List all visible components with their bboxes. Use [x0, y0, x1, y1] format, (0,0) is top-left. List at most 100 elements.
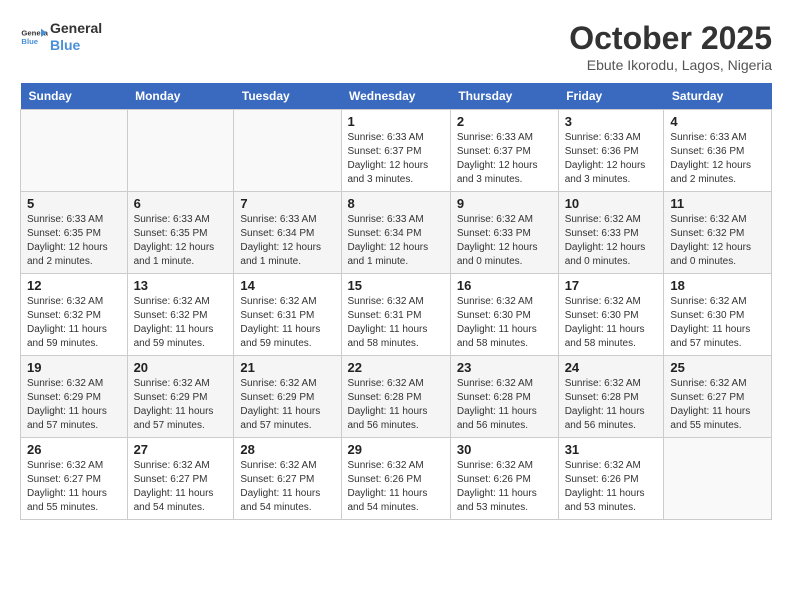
calendar-cell: 7 Sunrise: 6:33 AM Sunset: 6:34 PM Daylig…: [234, 192, 341, 274]
calendar-cell: 25Sunrise: 6:32 AM Sunset: 6:27 PM Dayli…: [664, 356, 772, 438]
day-info: Sunrise: 6:32 AM Sunset: 6:29 PM Dayligh…: [134, 377, 228, 433]
day-number: 16: [457, 278, 552, 293]
day-number: 3: [565, 114, 658, 129]
calendar-cell: [664, 438, 772, 520]
calendar-week-5: 26Sunrise: 6:32 AM Sunset: 6:27 PM Dayli…: [21, 438, 772, 520]
page-header: General Blue General Blue October 2025 E…: [20, 20, 772, 73]
calendar-cell: 21Sunrise: 6:32 AM Sunset: 6:29 PM Dayli…: [234, 356, 341, 438]
calendar-cell: 17 Sunrise: 6:32 AM Sunset: 6:30 PM Dayli…: [558, 274, 664, 356]
day-info: Sunrise: 6:32 AM Sunset: 6:30 PM Dayligh…: [457, 295, 552, 351]
location-subtitle: Ebute Ikorodu, Lagos, Nigeria: [569, 57, 772, 73]
day-info: Sunrise: 6:32 AM Sunset: 6:30 PM Dayligh…: [670, 295, 765, 351]
calendar-body: 1 Sunrise: 6:33 AM Sunset: 6:37 PM Daylig…: [21, 110, 772, 520]
calendar-cell: 13 Sunrise: 6:32 AM Sunset: 6:32 PM Dayli…: [127, 274, 234, 356]
day-info: Sunrise: 6:32 AM Sunset: 6:29 PM Dayligh…: [240, 377, 334, 433]
day-info: Sunrise: 6:32 AM Sunset: 6:28 PM Dayligh…: [565, 377, 658, 433]
day-number: 10: [565, 196, 658, 211]
day-number: 12: [27, 278, 121, 293]
day-number: 13: [134, 278, 228, 293]
weekday-header-saturday: Saturday: [664, 83, 772, 110]
day-number: 25: [670, 360, 765, 375]
day-number: 5: [27, 196, 121, 211]
weekday-header-wednesday: Wednesday: [341, 83, 450, 110]
weekday-header-friday: Friday: [558, 83, 664, 110]
day-number: 7: [240, 196, 334, 211]
calendar-cell: 18Sunrise: 6:32 AM Sunset: 6:30 PM Dayli…: [664, 274, 772, 356]
day-info: Sunrise: 6:32 AM Sunset: 6:30 PM Dayligh…: [565, 295, 658, 351]
calendar-cell: 11Sunrise: 6:32 AM Sunset: 6:32 PM Dayli…: [664, 192, 772, 274]
day-info: Sunrise: 6:33 AM Sunset: 6:36 PM Dayligh…: [670, 131, 765, 187]
day-number: 1: [348, 114, 444, 129]
day-info: Sunrise: 6:32 AM Sunset: 6:31 PM Dayligh…: [348, 295, 444, 351]
calendar-cell: 29 Sunrise: 6:32 AM Sunset: 6:26 PM Dayli…: [341, 438, 450, 520]
day-info: Sunrise: 6:32 AM Sunset: 6:26 PM Dayligh…: [348, 459, 444, 515]
day-number: 29: [348, 442, 444, 457]
day-number: 22: [348, 360, 444, 375]
calendar-cell: 16 Sunrise: 6:32 AM Sunset: 6:30 PM Dayli…: [450, 274, 558, 356]
month-year-title: October 2025: [569, 20, 772, 57]
calendar-cell: 19Sunrise: 6:32 AM Sunset: 6:29 PM Dayli…: [21, 356, 128, 438]
calendar-cell: 5 Sunrise: 6:33 AM Sunset: 6:35 PM Daylig…: [21, 192, 128, 274]
day-info: Sunrise: 6:32 AM Sunset: 6:31 PM Dayligh…: [240, 295, 334, 351]
day-info: Sunrise: 6:33 AM Sunset: 6:34 PM Dayligh…: [348, 213, 444, 269]
day-info: Sunrise: 6:33 AM Sunset: 6:35 PM Dayligh…: [27, 213, 121, 269]
day-info: Sunrise: 6:32 AM Sunset: 6:26 PM Dayligh…: [457, 459, 552, 515]
calendar-cell: 9Sunrise: 6:32 AM Sunset: 6:33 PM Daylig…: [450, 192, 558, 274]
day-number: 24: [565, 360, 658, 375]
calendar-week-4: 19Sunrise: 6:32 AM Sunset: 6:29 PM Dayli…: [21, 356, 772, 438]
day-info: Sunrise: 6:33 AM Sunset: 6:37 PM Dayligh…: [348, 131, 444, 187]
weekday-header-monday: Monday: [127, 83, 234, 110]
svg-text:Blue: Blue: [21, 37, 38, 46]
calendar-week-2: 5 Sunrise: 6:33 AM Sunset: 6:35 PM Daylig…: [21, 192, 772, 274]
calendar-cell: 23Sunrise: 6:32 AM Sunset: 6:28 PM Dayli…: [450, 356, 558, 438]
day-info: Sunrise: 6:32 AM Sunset: 6:33 PM Dayligh…: [457, 213, 552, 269]
calendar-cell: 24 Sunrise: 6:32 AM Sunset: 6:28 PM Dayli…: [558, 356, 664, 438]
day-info: Sunrise: 6:32 AM Sunset: 6:33 PM Dayligh…: [565, 213, 658, 269]
day-info: Sunrise: 6:32 AM Sunset: 6:32 PM Dayligh…: [27, 295, 121, 351]
day-info: Sunrise: 6:32 AM Sunset: 6:27 PM Dayligh…: [134, 459, 228, 515]
calendar-cell: 28 Sunrise: 6:32 AM Sunset: 6:27 PM Dayli…: [234, 438, 341, 520]
day-number: 20: [134, 360, 228, 375]
day-number: 23: [457, 360, 552, 375]
calendar-cell: 14 Sunrise: 6:32 AM Sunset: 6:31 PM Dayli…: [234, 274, 341, 356]
calendar-cell: 30Sunrise: 6:32 AM Sunset: 6:26 PM Dayli…: [450, 438, 558, 520]
day-info: Sunrise: 6:33 AM Sunset: 6:35 PM Dayligh…: [134, 213, 228, 269]
calendar-cell: 12 Sunrise: 6:32 AM Sunset: 6:32 PM Dayli…: [21, 274, 128, 356]
day-number: 28: [240, 442, 334, 457]
day-info: Sunrise: 6:32 AM Sunset: 6:28 PM Dayligh…: [348, 377, 444, 433]
weekday-header-thursday: Thursday: [450, 83, 558, 110]
day-number: 8: [348, 196, 444, 211]
day-info: Sunrise: 6:33 AM Sunset: 6:34 PM Dayligh…: [240, 213, 334, 269]
day-info: Sunrise: 6:32 AM Sunset: 6:32 PM Dayligh…: [134, 295, 228, 351]
calendar-cell: 8 Sunrise: 6:33 AM Sunset: 6:34 PM Daylig…: [341, 192, 450, 274]
calendar-cell: 31Sunrise: 6:32 AM Sunset: 6:26 PM Dayli…: [558, 438, 664, 520]
weekday-header-sunday: Sunday: [21, 83, 128, 110]
calendar-cell: [127, 110, 234, 192]
day-info: Sunrise: 6:33 AM Sunset: 6:37 PM Dayligh…: [457, 131, 552, 187]
calendar-cell: 22 Sunrise: 6:32 AM Sunset: 6:28 PM Dayli…: [341, 356, 450, 438]
calendar-week-3: 12 Sunrise: 6:32 AM Sunset: 6:32 PM Dayli…: [21, 274, 772, 356]
day-info: Sunrise: 6:32 AM Sunset: 6:27 PM Dayligh…: [240, 459, 334, 515]
day-number: 17: [565, 278, 658, 293]
calendar-cell: 26Sunrise: 6:32 AM Sunset: 6:27 PM Dayli…: [21, 438, 128, 520]
calendar-cell: 2Sunrise: 6:33 AM Sunset: 6:37 PM Daylig…: [450, 110, 558, 192]
day-info: Sunrise: 6:32 AM Sunset: 6:32 PM Dayligh…: [670, 213, 765, 269]
calendar-cell: [21, 110, 128, 192]
day-info: Sunrise: 6:32 AM Sunset: 6:29 PM Dayligh…: [27, 377, 121, 433]
day-number: 14: [240, 278, 334, 293]
calendar-cell: 3 Sunrise: 6:33 AM Sunset: 6:36 PM Daylig…: [558, 110, 664, 192]
day-number: 6: [134, 196, 228, 211]
weekday-header-tuesday: Tuesday: [234, 83, 341, 110]
logo-icon: General Blue: [20, 23, 48, 51]
day-number: 4: [670, 114, 765, 129]
calendar-cell: 1 Sunrise: 6:33 AM Sunset: 6:37 PM Daylig…: [341, 110, 450, 192]
calendar-cell: 27Sunrise: 6:32 AM Sunset: 6:27 PM Dayli…: [127, 438, 234, 520]
logo: General Blue General Blue: [20, 20, 102, 54]
calendar-cell: 20 Sunrise: 6:32 AM Sunset: 6:29 PM Dayli…: [127, 356, 234, 438]
calendar-cell: [234, 110, 341, 192]
calendar-week-1: 1 Sunrise: 6:33 AM Sunset: 6:37 PM Daylig…: [21, 110, 772, 192]
day-info: Sunrise: 6:33 AM Sunset: 6:36 PM Dayligh…: [565, 131, 658, 187]
calendar-cell: 10 Sunrise: 6:32 AM Sunset: 6:33 PM Dayli…: [558, 192, 664, 274]
day-number: 31: [565, 442, 658, 457]
calendar-header: SundayMondayTuesdayWednesdayThursdayFrid…: [21, 83, 772, 110]
